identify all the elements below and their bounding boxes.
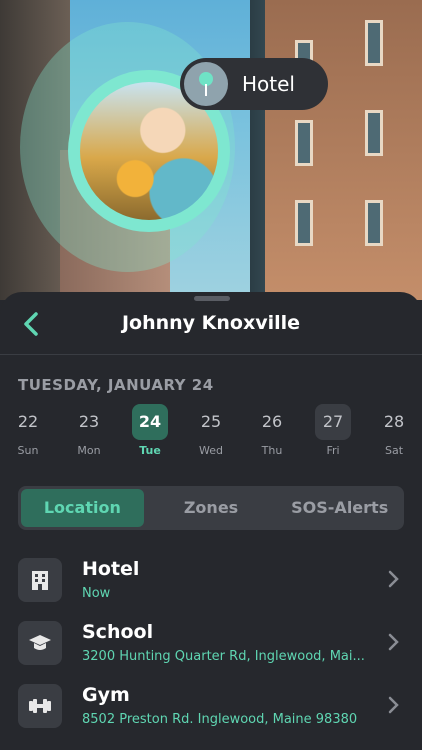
page-title: Johnny Knoxville xyxy=(121,312,301,334)
day-number: 25 xyxy=(200,412,222,431)
day-number: 24 xyxy=(132,404,168,440)
chevron-right-icon xyxy=(388,570,399,588)
place-detail: 3200 Hunting Quarter Rd, Inglewood, Mai.… xyxy=(82,649,365,664)
list-item-school[interactable]: School 3200 Hunting Quarter Rd, Inglewoo… xyxy=(0,615,422,678)
day-weekday: Fri xyxy=(326,444,340,457)
date-label: TUESDAY, JANUARY 24 xyxy=(18,376,214,394)
day-weekday: Thu xyxy=(261,444,283,457)
day-picker: 22 Sun 23 Mon 24 Tue 25 Wed 26 Thu 27 Fri 28 Sa… xyxy=(8,404,414,464)
tab-zones[interactable]: Zones xyxy=(150,489,273,527)
day-number: 26 xyxy=(261,412,283,431)
day-sat[interactable]: 28 Sat xyxy=(374,404,414,464)
day-tue[interactable]: 24 Tue xyxy=(130,404,170,464)
graduation-cap-icon xyxy=(18,621,62,665)
day-weekday: Mon xyxy=(77,444,101,457)
building-icon xyxy=(18,558,62,602)
day-fri[interactable]: 27 Fri xyxy=(313,404,353,464)
day-wed[interactable]: 25 Wed xyxy=(191,404,231,464)
tab-location[interactable]: Location xyxy=(21,489,144,527)
chevron-right-icon xyxy=(388,633,399,651)
place-detail: Now xyxy=(82,586,111,601)
pin-label-text: Hotel xyxy=(242,72,295,96)
list-item-hotel[interactable]: Hotel Now xyxy=(0,552,422,615)
place-name: Hotel xyxy=(82,558,140,580)
day-weekday: Tue xyxy=(139,444,161,457)
place-detail: 8502 Preston Rd. Inglewood, Maine 98380 xyxy=(82,712,358,727)
header: Johnny Knoxville xyxy=(0,292,422,355)
day-number: 22 xyxy=(17,412,39,431)
map-view[interactable]: Hotel xyxy=(0,0,422,300)
map-building xyxy=(265,0,422,300)
map-pin-icon xyxy=(184,62,228,106)
day-mon[interactable]: 23 Mon xyxy=(69,404,109,464)
places-list: Hotel Now School 3200 Hunting Quarter Rd… xyxy=(0,552,422,741)
location-pin-label[interactable]: Hotel xyxy=(180,58,328,110)
day-thu[interactable]: 26 Thu xyxy=(252,404,292,464)
chevron-right-icon xyxy=(388,696,399,714)
day-weekday: Wed xyxy=(199,444,223,457)
day-number: 28 xyxy=(383,412,405,431)
bottom-sheet: Johnny Knoxville TUESDAY, JANUARY 24 22 S… xyxy=(0,292,422,750)
day-number: 23 xyxy=(78,412,100,431)
day-weekday: Sat xyxy=(384,444,404,457)
place-name: Gym xyxy=(82,684,130,706)
segmented-tabs: Location Zones SOS-Alerts xyxy=(18,486,404,530)
place-name: School xyxy=(82,621,154,643)
list-item-gym[interactable]: Gym 8502 Preston Rd. Inglewood, Maine 98… xyxy=(0,678,422,741)
dumbbell-icon xyxy=(18,684,62,728)
day-weekday: Sun xyxy=(17,444,39,457)
day-number: 27 xyxy=(315,404,351,440)
tab-sos-alerts[interactable]: SOS-Alerts xyxy=(278,489,401,527)
day-sun[interactable]: 22 Sun xyxy=(8,404,48,464)
